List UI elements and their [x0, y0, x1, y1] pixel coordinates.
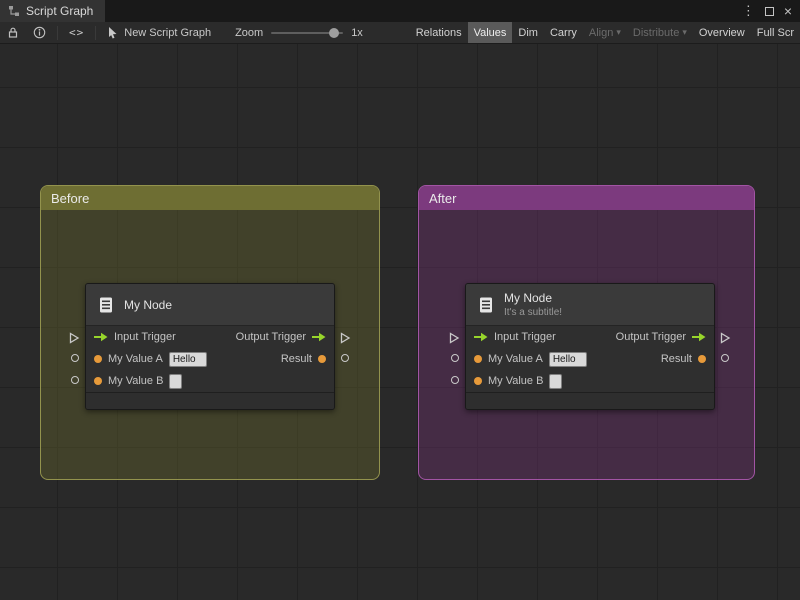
external-output-trigger-port[interactable]	[720, 332, 731, 344]
toolbar-button-align[interactable]: Align ▾	[583, 22, 627, 43]
kebab-menu-icon[interactable]: ⋮	[742, 3, 755, 19]
cursor-icon	[100, 22, 120, 43]
external-input-trigger-port[interactable]	[69, 332, 80, 344]
external-value-a-port[interactable]	[71, 354, 79, 362]
node-footer	[466, 392, 714, 409]
value-b-label: My Value B	[108, 375, 164, 387]
value-a-input[interactable]	[168, 351, 207, 367]
trigger-row: Input Trigger Output Trigger	[466, 326, 714, 348]
value-b-row: My Value B	[86, 370, 334, 392]
node-icon	[96, 295, 116, 315]
value-a-row: My Value A Result	[86, 348, 334, 370]
graph-canvas[interactable]: Before After My Node Input Trigger Outpu…	[0, 44, 800, 600]
value-a-port[interactable]	[94, 355, 102, 363]
node-my-node-before[interactable]: My Node Input Trigger Output Trigger My …	[69, 283, 351, 410]
result-port[interactable]	[318, 355, 326, 363]
group-before-header[interactable]: Before	[41, 186, 379, 210]
value-b-input[interactable]	[549, 373, 563, 389]
value-a-input[interactable]	[548, 351, 587, 367]
external-value-b-port[interactable]	[71, 376, 79, 384]
group-before-title: Before	[51, 190, 90, 206]
external-result-port[interactable]	[341, 354, 349, 362]
info-icon[interactable]	[26, 22, 53, 43]
result-label: Result	[660, 353, 692, 365]
output-trigger-label: Output Trigger	[235, 331, 306, 343]
toolbar-button-fullscreen[interactable]: Full Scr	[751, 22, 800, 43]
node-title: My Node	[124, 297, 173, 312]
zoom-value: 1x	[351, 26, 363, 39]
zoom-control: Zoom 1x	[235, 27, 363, 39]
group-after-header[interactable]: After	[419, 186, 754, 210]
node-header[interactable]: My Node	[86, 284, 334, 326]
external-input-trigger-port[interactable]	[449, 332, 460, 344]
result-label: Result	[280, 353, 312, 365]
tab-script-graph[interactable]: Script Graph	[0, 0, 106, 22]
close-icon[interactable]: ×	[784, 4, 792, 18]
external-result-port[interactable]	[721, 354, 729, 362]
toolbar-button-carry[interactable]: Carry	[544, 22, 583, 43]
node-title: My Node	[504, 291, 553, 305]
value-b-port[interactable]	[94, 377, 102, 385]
toolbar-button-relations[interactable]: Relations	[410, 22, 468, 43]
output-trigger-port[interactable]	[692, 332, 706, 342]
maximize-icon[interactable]	[764, 6, 774, 16]
toolbar-button-values[interactable]: Values	[467, 22, 513, 43]
zoom-slider[interactable]	[271, 27, 344, 38]
toolbar-button-distribute[interactable]: Distribute ▾	[627, 22, 693, 43]
lock-icon[interactable]	[0, 22, 26, 43]
input-trigger-port[interactable]	[474, 332, 488, 342]
toolbar-button-dim[interactable]: Dim	[512, 22, 544, 43]
node-my-node-after[interactable]: My Node It's a subtitle! Input Trigger O…	[449, 283, 731, 410]
zoom-label: Zoom	[235, 26, 264, 39]
output-trigger-label: Output Trigger	[615, 331, 686, 343]
script-graph-icon	[8, 5, 20, 17]
output-trigger-port[interactable]	[312, 332, 326, 342]
value-a-row: My Value A Result	[466, 348, 714, 370]
input-trigger-port[interactable]	[94, 332, 108, 342]
external-value-a-port[interactable]	[451, 354, 459, 362]
graph-toolbar: <> New Script Graph Zoom 1x Relations Va…	[0, 22, 800, 44]
window-controls: ⋮ ×	[742, 3, 800, 19]
toolbar-buttons: Relations Values Dim Carry Align ▾ Distri…	[410, 22, 800, 43]
value-a-label: My Value A	[488, 353, 543, 365]
node-header[interactable]: My Node It's a subtitle!	[466, 284, 714, 326]
tab-title: Script Graph	[26, 4, 94, 18]
trigger-row: Input Trigger Output Trigger	[86, 326, 334, 348]
toolbar-divider	[57, 25, 58, 40]
value-b-row: My Value B	[466, 370, 714, 392]
input-trigger-label: Input Trigger	[114, 331, 176, 343]
zoom-slider-handle[interactable]	[329, 27, 340, 38]
value-a-label: My Value A	[108, 353, 163, 365]
node-footer	[86, 392, 334, 409]
value-b-port[interactable]	[474, 377, 482, 385]
node-subtitle: It's a subtitle!	[504, 307, 563, 318]
toolbar-divider	[95, 25, 97, 40]
value-b-label: My Value B	[488, 375, 544, 387]
value-a-port[interactable]	[474, 355, 482, 363]
external-value-b-port[interactable]	[451, 376, 459, 384]
code-view-icon[interactable]: <>	[62, 22, 91, 43]
toolbar-button-overview[interactable]: Overview	[693, 22, 751, 43]
result-port[interactable]	[698, 355, 706, 363]
value-b-input[interactable]	[169, 373, 183, 389]
external-output-trigger-port[interactable]	[340, 332, 351, 344]
input-trigger-label: Input Trigger	[494, 331, 556, 343]
group-after-title: After	[429, 190, 457, 206]
graph-name-label: New Script Graph	[124, 26, 212, 39]
window-tabbar: Script Graph ⋮ ×	[0, 0, 800, 22]
node-icon	[476, 295, 496, 315]
